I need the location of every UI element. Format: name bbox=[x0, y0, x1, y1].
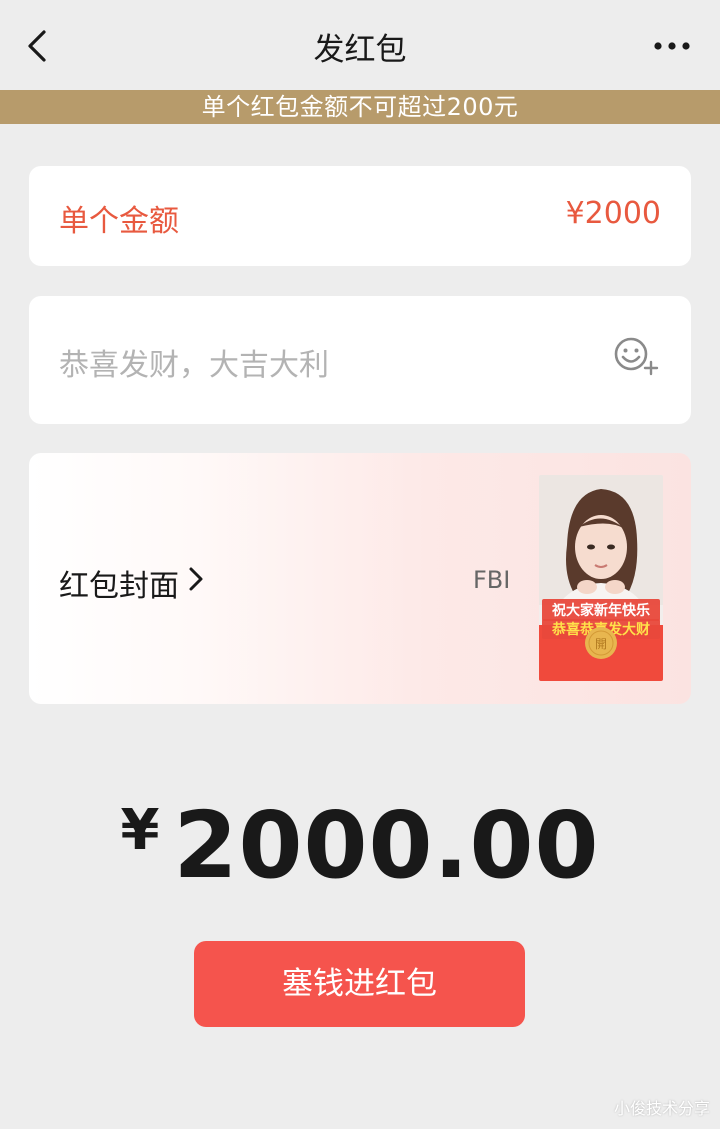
total-amount: ¥2000.00 bbox=[0, 792, 720, 899]
cover-coin-badge: 開 bbox=[595, 637, 607, 651]
more-options-icon[interactable] bbox=[654, 40, 690, 52]
total-currency: ¥ bbox=[120, 798, 160, 863]
emoji-add-icon[interactable] bbox=[613, 336, 661, 376]
limit-notice-banner: 单个红包金额不可超过200元 bbox=[0, 90, 720, 124]
cover-label: 红包封面 bbox=[59, 569, 179, 604]
cover-text-line1: 祝大家新年快乐 bbox=[552, 602, 650, 619]
chevron-right-icon bbox=[189, 567, 203, 591]
cover-thumbnail[interactable]: 祝大家新年快乐 恭喜恭喜发大财 開 bbox=[539, 475, 663, 681]
greeting-message-field[interactable]: 恭喜发财，大吉大利 bbox=[29, 296, 691, 424]
red-packet-cover-row[interactable]: 红包封面 FBI 祝大家新年快乐 恭喜恭喜发大财 開 bbox=[29, 453, 691, 704]
greeting-placeholder[interactable]: 恭喜发财，大吉大利 bbox=[59, 340, 329, 384]
amount-value[interactable]: ¥2000 bbox=[566, 196, 661, 231]
cover-name: FBI bbox=[473, 566, 511, 594]
total-value: 2000.00 bbox=[173, 792, 600, 899]
put-money-button[interactable]: 塞钱进红包 bbox=[194, 941, 525, 1027]
watermark-text: 小俊技术分享 bbox=[613, 1099, 710, 1118]
page-title: 发红包 bbox=[313, 32, 407, 68]
nav-bar: 发红包 bbox=[0, 0, 720, 90]
amount-field[interactable]: 单个金额 ¥2000 bbox=[29, 166, 691, 266]
amount-label: 单个金额 bbox=[59, 204, 179, 239]
